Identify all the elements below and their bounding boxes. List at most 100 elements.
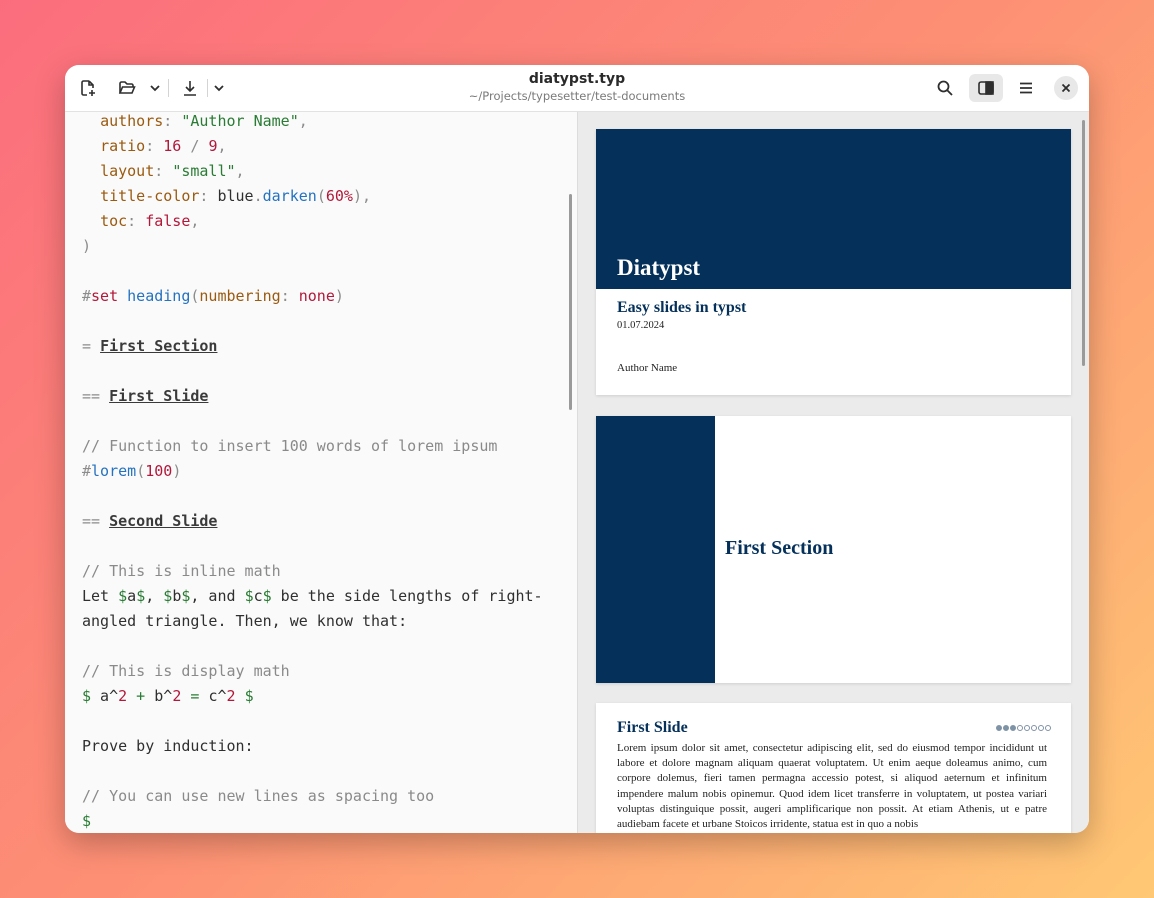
code-token: blue [217, 187, 254, 205]
code-token: , [235, 162, 245, 180]
code-token: ( [316, 187, 326, 205]
code-line[interactable]: $ a^2 + b^2 = c^2 $ [82, 684, 543, 709]
new-document-button[interactable] [73, 74, 103, 102]
code-token: "small" [172, 162, 236, 180]
slide-content: First Slide Lorem ipsum dolor sit amet, … [596, 703, 1071, 833]
code-token: a [127, 587, 137, 605]
progress-dot [996, 725, 1002, 731]
code-line[interactable] [82, 259, 543, 284]
app-window: diatypst.typ ~/Projects/typesetter/test-… [65, 65, 1089, 833]
code-token: authors [100, 112, 164, 130]
content-slide-title: First Slide [617, 719, 688, 736]
folder-open-icon [118, 81, 136, 94]
code-token: # [82, 287, 92, 305]
code-line[interactable]: ) [82, 234, 543, 259]
open-menu-button[interactable] [146, 74, 164, 102]
export-button[interactable] [175, 74, 205, 102]
code-line[interactable] [82, 759, 543, 784]
code-token: : [127, 212, 146, 230]
code-text[interactable]: authors: "Author Name", ratio: 16 / 9, l… [82, 112, 543, 833]
code-line[interactable]: == Second Slide [82, 509, 543, 534]
code-line[interactable] [82, 534, 543, 559]
code-token: = [181, 687, 209, 705]
code-token: // This is display math [82, 662, 290, 680]
preview-scrollbar[interactable] [1082, 120, 1085, 366]
section-sidebar [596, 416, 715, 683]
code-token: c^ [208, 687, 227, 705]
slide-section: First Section [596, 416, 1071, 683]
code-line[interactable]: angled triangle. Then, we know that: [82, 609, 543, 634]
code-token: Prove by induction: [82, 737, 254, 755]
open-button[interactable] [112, 74, 142, 102]
code-line[interactable]: toc: false, [82, 209, 543, 234]
progress-dot [1010, 725, 1016, 731]
code-line[interactable]: $ [82, 809, 543, 833]
progress-dot [1031, 725, 1037, 731]
slide-author: Author Name [617, 362, 678, 374]
code-token: none [298, 287, 335, 305]
code-line[interactable]: #set heading(numbering: none) [82, 284, 543, 309]
chevron-down-icon [150, 85, 160, 92]
chevron-down-icon [214, 85, 224, 92]
code-token: $ [82, 687, 92, 705]
code-token: 2 [172, 687, 182, 705]
main-menu-button[interactable] [1011, 74, 1041, 102]
code-token: lorem [91, 462, 137, 480]
code-token: $ [82, 812, 92, 830]
code-line[interactable]: == First Slide [82, 384, 543, 409]
download-icon [184, 81, 196, 96]
preview-toggle-button[interactable] [969, 74, 1003, 102]
code-token: be the side lengths of right- [271, 587, 543, 605]
code-token: / [181, 137, 209, 155]
code-token: . [253, 187, 263, 205]
code-line[interactable]: ratio: 16 / 9, [82, 134, 543, 159]
code-token: // This is inline math [82, 562, 281, 580]
code-token: , and [190, 587, 245, 605]
code-token: $ [244, 587, 254, 605]
close-button[interactable] [1051, 74, 1081, 102]
slide-title-text: Diatypst [617, 255, 701, 280]
code-token: : [145, 137, 164, 155]
code-token: $ [163, 587, 173, 605]
code-line[interactable]: authors: "Author Name", [82, 112, 543, 134]
code-line[interactable] [82, 634, 543, 659]
code-line[interactable] [82, 359, 543, 384]
code-editor[interactable]: authors: "Author Name", ratio: 16 / 9, l… [65, 112, 577, 833]
code-token: numbering [199, 287, 281, 305]
code-line[interactable]: #lorem(100) [82, 459, 543, 484]
code-token: ) [334, 287, 344, 305]
code-line[interactable] [82, 709, 543, 734]
code-token: # [82, 462, 92, 480]
code-token: a^ [91, 687, 119, 705]
code-token: // You can use new lines as spacing too [82, 787, 435, 805]
code-line[interactable]: title-color: blue.darken(60%), [82, 184, 543, 209]
progress-dot [1038, 725, 1044, 731]
code-line[interactable]: = First Section [82, 334, 543, 359]
code-token: ratio [100, 137, 146, 155]
code-token: // Function to insert 100 words of lorem… [82, 437, 498, 455]
code-token: darken [262, 187, 317, 205]
code-line[interactable]: // You can use new lines as spacing too [82, 784, 543, 809]
window-title: diatypst.typ [528, 71, 626, 87]
code-line[interactable]: Let $a$, $b$, and $c$ be the side length… [82, 584, 543, 609]
code-token: = [82, 337, 101, 355]
search-button[interactable] [930, 74, 960, 102]
code-token: Let [82, 587, 119, 605]
code-line[interactable] [82, 409, 543, 434]
code-line[interactable]: layout: "small", [82, 159, 543, 184]
code-line[interactable]: // This is inline math [82, 559, 543, 584]
code-line[interactable]: // Function to insert 100 words of lorem… [82, 434, 543, 459]
code-token: 16 [163, 137, 182, 155]
code-line[interactable]: // This is display math [82, 659, 543, 684]
export-menu-button[interactable] [210, 74, 228, 102]
editor-scrollbar[interactable] [569, 194, 572, 410]
code-line[interactable] [82, 484, 543, 509]
code-token: Second Slide [109, 512, 218, 530]
code-line[interactable]: Prove by induction: [82, 734, 543, 759]
code-token: + [127, 687, 155, 705]
code-token: , [190, 212, 200, 230]
toolbar-separator [207, 79, 208, 97]
code-line[interactable] [82, 309, 543, 334]
